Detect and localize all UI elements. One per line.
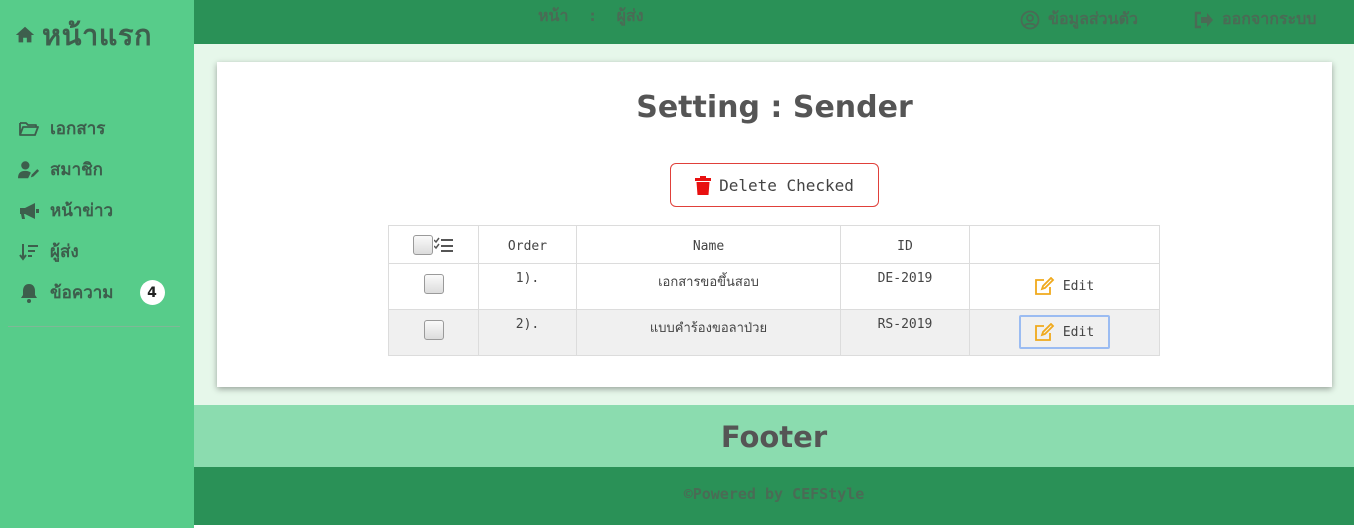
row-checkbox[interactable]	[423, 274, 444, 294]
table-row: 1). เอกสารขอขึ้นสอบ DE-2019 Edit	[388, 263, 1160, 310]
footer-title: Footer	[720, 420, 828, 454]
user-circle-icon	[1020, 10, 1040, 29]
id-cell: RS-2019	[840, 309, 970, 356]
edit-button[interactable]: Edit	[1018, 315, 1111, 349]
table-row: 2). แบบคำร้องขอลาป่วย RS-2019 Edit	[388, 309, 1160, 356]
name-header: Name	[576, 225, 841, 264]
footer-bar: ©Powered by CEFStyle	[194, 467, 1354, 525]
name-cell: แบบคำร้องขอลาป่วย	[576, 309, 841, 356]
action-header	[969, 225, 1160, 264]
sort-down-icon	[18, 241, 40, 263]
sidebar-item-senders[interactable]: ผู้ส่ง	[18, 231, 188, 272]
brand-home-link[interactable]: หน้าแรก	[14, 12, 152, 58]
id-cell: DE-2019	[840, 263, 970, 310]
select-all-checkbox[interactable]	[413, 234, 433, 255]
name-cell: เอกสารขอขึ้นสอบ	[576, 263, 841, 310]
sidebar-item-label: ข้อความ	[50, 283, 114, 303]
trash-icon	[695, 175, 712, 195]
order-cell: 1).	[478, 263, 577, 310]
logout-link[interactable]: ออกจากระบบ	[1194, 7, 1316, 32]
list-check-icon	[434, 237, 453, 252]
folder-open-icon	[18, 118, 40, 140]
sender-table: Order Name ID 1). เอกสารขอขึ้นสอบ DE-201…	[388, 225, 1160, 356]
page-title: Setting : Sender	[636, 90, 913, 125]
order-cell: 2).	[478, 309, 577, 356]
delete-checked-label: Delete Checked	[719, 175, 854, 195]
sidebar-item-documents[interactable]: เอกสาร	[18, 108, 188, 149]
powered-by-text: ©Powered by CEFStyle	[683, 485, 865, 503]
action-cell: Edit	[969, 263, 1160, 310]
edit-label: Edit	[1062, 324, 1095, 340]
brand-title: หน้าแรก	[42, 18, 153, 52]
row-select-cell	[388, 263, 479, 310]
sidebar-nav: เอกสาร สมาชิก หน้าข่าว ผู้ส่ง ข้อความ 4	[18, 108, 188, 313]
home-icon	[15, 26, 35, 43]
sidebar-item-messages[interactable]: ข้อความ 4	[18, 272, 188, 313]
user-edit-icon	[18, 159, 40, 181]
sidebar: หน้าแรก เอกสาร สมาชิก หน้าข่าว ผู้ส่ง ข้…	[0, 0, 194, 528]
profile-label: ข้อมูลส่วนตัว	[1048, 9, 1138, 28]
main-content: Setting : Sender Delete Checked Order Na…	[194, 44, 1354, 405]
footer: Footer	[194, 405, 1354, 467]
sidebar-item-members[interactable]: สมาชิก	[18, 149, 188, 190]
edit-button[interactable]: Edit	[1020, 273, 1109, 299]
megaphone-icon	[18, 200, 40, 222]
settings-card: Setting : Sender Delete Checked Order Na…	[217, 62, 1332, 387]
row-select-cell	[388, 309, 479, 356]
logout-label: ออกจากระบบ	[1222, 9, 1317, 28]
sign-out-icon	[1194, 11, 1213, 28]
sidebar-item-label: เอกสาร	[50, 119, 106, 139]
topbar: หน้า : ผู้ส่ง ข้อมูลส่วนตัว ออกจากระบบ	[194, 0, 1354, 44]
breadcrumb: หน้า : ผู้ส่ง	[538, 6, 644, 25]
edit-label: Edit	[1062, 278, 1095, 294]
sidebar-item-label: หน้าข่าว	[50, 201, 114, 221]
edit-icon	[1034, 323, 1055, 341]
edit-icon	[1034, 277, 1055, 295]
action-cell: Edit	[969, 309, 1160, 356]
order-header: Order	[478, 225, 577, 264]
delete-checked-button[interactable]: Delete Checked	[670, 163, 879, 207]
id-header: ID	[840, 225, 970, 264]
select-all-header	[388, 225, 479, 264]
sidebar-item-news[interactable]: หน้าข่าว	[18, 190, 188, 231]
table-header-row: Order Name ID	[388, 225, 1160, 264]
message-count-badge: 4	[139, 280, 165, 305]
row-checkbox[interactable]	[423, 320, 444, 340]
sidebar-item-label: ผู้ส่ง	[50, 242, 79, 262]
sidebar-item-label: สมาชิก	[50, 160, 103, 180]
profile-link[interactable]: ข้อมูลส่วนตัว	[1020, 7, 1138, 32]
sidebar-divider	[8, 326, 180, 327]
bell-icon	[18, 282, 40, 304]
